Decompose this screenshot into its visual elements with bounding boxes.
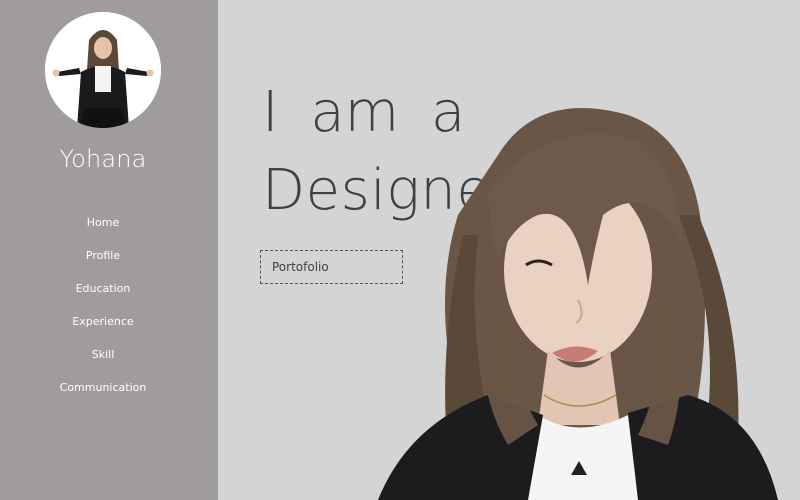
nav-item-skill[interactable]: Skill	[0, 346, 206, 379]
site-owner-name: Yohana	[59, 145, 147, 173]
nav-item-profile[interactable]: Profile	[0, 247, 206, 280]
hero-section: I am a Designer Portofolio	[218, 0, 800, 500]
avatar	[45, 12, 161, 128]
nav-item-experience[interactable]: Experience	[0, 313, 206, 346]
main-nav: Home Profile Education Experience Skill …	[0, 214, 206, 412]
portrait-photo-icon	[378, 108, 778, 500]
nav-item-education[interactable]: Education	[0, 280, 206, 313]
nav-item-communication[interactable]: Communication	[0, 379, 206, 412]
nav-item-home[interactable]: Home	[0, 214, 206, 247]
avatar-photo-icon	[45, 12, 161, 128]
portfolio-button[interactable]: Portofolio	[260, 250, 403, 284]
sidebar: Yohana Home Profile Education Experience…	[0, 0, 218, 500]
